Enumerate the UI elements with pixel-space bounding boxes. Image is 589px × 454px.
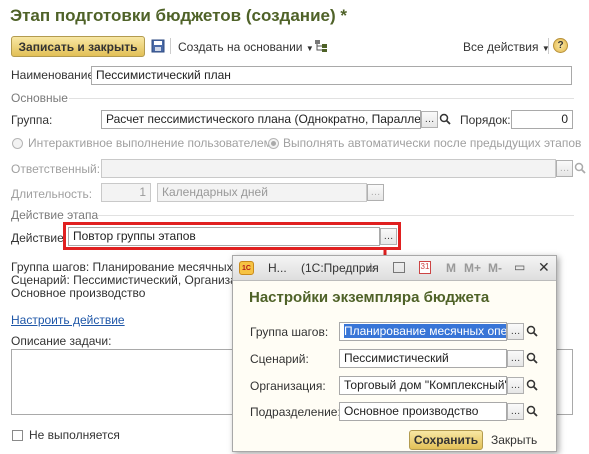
section-main-title: Основные [11, 91, 68, 105]
name-label: Наименование: [11, 68, 98, 82]
search-icon[interactable] [437, 111, 453, 127]
steps-select-button[interactable]: … [507, 323, 524, 340]
radio-auto-label: Выполнять автоматически после предыдущих… [283, 136, 582, 150]
close-button[interactable]: Закрыть [491, 433, 537, 447]
department-label: Подразделение: [250, 405, 341, 419]
action-select-button[interactable]: … [380, 228, 397, 245]
radio-interactive-label: Интерактивное выполнение пользователем [28, 136, 272, 150]
scenario-select-button[interactable]: … [507, 350, 524, 367]
action-label: Действие: [11, 231, 68, 245]
action-field[interactable]: Повтор группы этапов [68, 227, 380, 246]
dialog-heading: Настройки экземпляра бюджета [249, 289, 490, 306]
responsible-field[interactable] [101, 159, 556, 178]
info-department: Основное производство [11, 286, 146, 300]
radio-interactive[interactable] [12, 138, 23, 149]
memory-button[interactable]: M [446, 261, 456, 275]
group-select-button[interactable]: … [421, 111, 438, 128]
not-executed-checkbox[interactable] [12, 430, 23, 441]
radio-auto[interactable] [268, 138, 279, 149]
close-icon[interactable]: ✕ [538, 259, 550, 276]
organization-label: Организация: [250, 379, 326, 393]
not-executed-label: Не выполняется [29, 428, 120, 442]
calculator-icon[interactable] [393, 262, 405, 273]
section-action-title: Действие этапа [11, 208, 99, 222]
group-field[interactable]: Расчет пессимистического плана (Однократ… [101, 110, 421, 129]
info-scenario: Сценарий: Пессимистический, Организаци [11, 273, 251, 287]
all-actions-label: Все действия [463, 40, 539, 54]
toolbar-separator [170, 38, 171, 54]
create-based-on-label: Создать на основании [178, 40, 303, 54]
duration-unit-select-button[interactable]: … [367, 184, 384, 201]
minimize-icon[interactable]: ▭ [514, 260, 525, 274]
steps-label: Группа шагов: [250, 325, 329, 339]
divider [97, 215, 574, 216]
info-steps: Группа шагов: Планирование месячных опе [11, 260, 256, 274]
dialog-tab-title: Н... [268, 261, 287, 275]
all-actions-menu[interactable]: Все действия ▼ [463, 40, 550, 54]
organization-select-button[interactable]: … [507, 377, 524, 394]
app-logo-icon: 1С [239, 261, 254, 275]
memory-plus-button[interactable]: M+ [464, 261, 481, 275]
steps-field[interactable]: Планирование месячных операт [339, 322, 507, 341]
divider [69, 98, 574, 99]
help-button[interactable]: ? [553, 38, 568, 53]
steps-value: Планирование месячных операт [344, 324, 506, 338]
structure-icon[interactable] [313, 38, 329, 54]
budget-settings-dialog: 1С Н... (1С:Предприя ☆ 31 M M+ M- ▭ ✕ На… [232, 255, 557, 452]
group-label: Группа: [11, 113, 53, 127]
department-select-button[interactable]: … [507, 403, 524, 420]
save-and-close-button[interactable]: Записать и закрыть [11, 36, 145, 57]
order-label: Порядок: [460, 113, 511, 127]
calendar-icon[interactable]: 31 [419, 261, 431, 274]
task-description-label: Описание задачи: [11, 334, 112, 348]
dialog-titlebar: 1С Н... (1С:Предприя ☆ 31 M M+ M- ▭ ✕ [233, 256, 556, 281]
save-button[interactable]: Сохранить [409, 430, 483, 450]
scenario-field[interactable]: Пессимистический [339, 349, 507, 368]
responsible-select-button[interactable]: … [556, 160, 573, 177]
search-icon[interactable] [524, 403, 540, 419]
page-title: Этап подготовки бюджетов (создание) * [10, 6, 347, 25]
create-based-on-button[interactable]: Создать на основании ▼ [178, 40, 314, 54]
search-icon[interactable] [524, 350, 540, 366]
name-field[interactable]: Пессимистический план [91, 66, 572, 85]
duration-field[interactable]: 1 [101, 183, 151, 202]
department-field[interactable]: Основное производство [339, 402, 507, 421]
star-icon[interactable]: ☆ [365, 260, 377, 276]
scenario-label: Сценарий: [250, 352, 309, 366]
memory-minus-button[interactable]: M- [488, 261, 502, 275]
responsible-label: Ответственный: [11, 162, 101, 176]
organization-field[interactable]: Торговый дом "Комплексный" [339, 376, 507, 395]
duration-label: Длительность: [11, 187, 93, 201]
save-icon[interactable] [150, 38, 166, 54]
search-icon[interactable] [524, 377, 540, 393]
order-field[interactable]: 0 [511, 110, 573, 129]
search-icon[interactable] [524, 323, 540, 339]
duration-unit-field[interactable]: Календарных дней [157, 183, 367, 202]
toolbar-separator [548, 38, 549, 54]
configure-action-link[interactable]: Настроить действие [11, 313, 125, 327]
search-icon[interactable] [572, 160, 588, 176]
dialog-body: Настройки экземпляра бюджета Группа шаго… [233, 281, 556, 451]
